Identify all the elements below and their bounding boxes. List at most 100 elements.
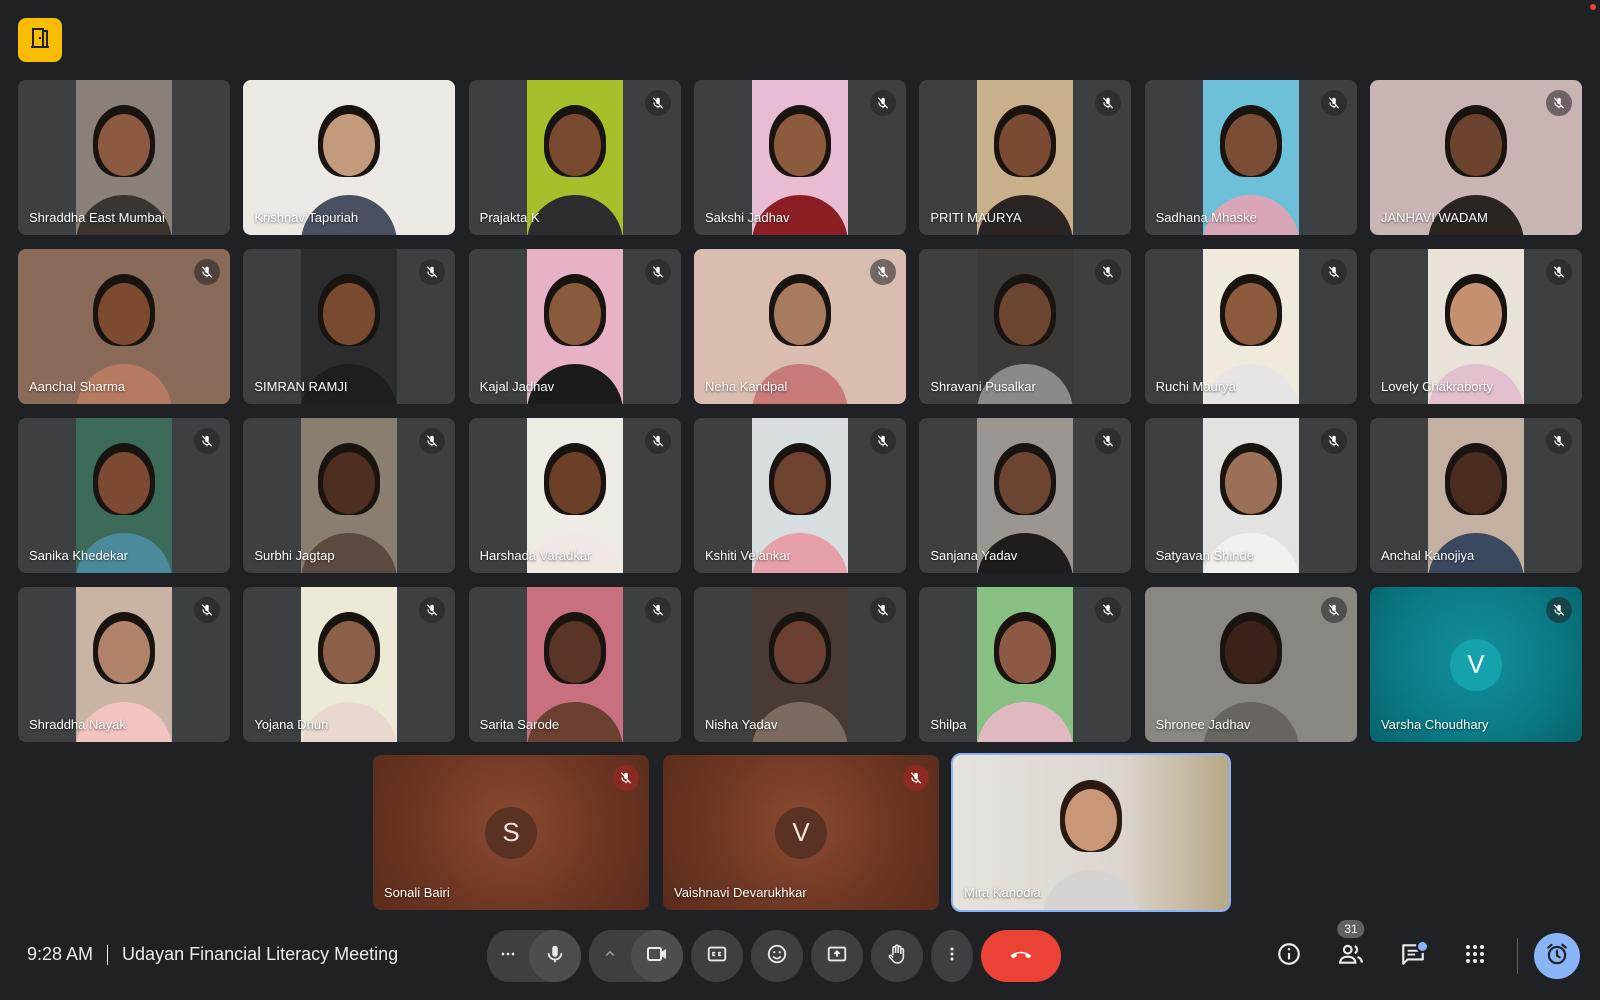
meeting-info-separator [107, 944, 109, 965]
participant-tile-sanjana-yadav[interactable]: Sanjana Yadav [919, 418, 1132, 573]
participant-face [1224, 283, 1277, 346]
participant-tile-harshada-varadkar[interactable]: Harshada Varadkar [468, 418, 681, 573]
more-horizontal-icon [498, 944, 518, 969]
participant-face [773, 283, 826, 346]
participant-avatar: S [485, 806, 537, 859]
participant-tile-priti-maurya[interactable]: PRITI MAURYA [919, 80, 1132, 235]
participant-name: Varsha Choudhary [1380, 717, 1489, 732]
participant-bottom-row: S Sonali Bairi V Vaishnavi Devarukhkar Mira … [373, 753, 1231, 912]
leave-call-button[interactable] [981, 930, 1061, 982]
captions-button[interactable] [691, 930, 743, 982]
muted-mic-icon [644, 597, 671, 623]
participant-name: SIMRAN RAMJI [254, 379, 348, 394]
participant-tile-anchal-kanojiya[interactable]: Anchal Kanojiya [1369, 418, 1582, 573]
muted-mic-icon [903, 765, 929, 791]
participant-tile-yojana-dhuri[interactable]: Yojana Dhuri [243, 587, 456, 742]
muted-mic-icon [869, 597, 896, 623]
participant-face [98, 114, 150, 177]
participant-name: Nisha Yadav [704, 717, 778, 732]
muted-mic-icon [419, 259, 446, 285]
participant-tile-aanchal-sharma[interactable]: Aanchal Sharma [18, 249, 230, 404]
reactions-button[interactable] [751, 930, 803, 982]
participant-video [977, 587, 1074, 742]
participant-tile-nisha-yadav[interactable]: Nisha Yadav [693, 587, 906, 742]
participant-count-badge: 31 [1337, 920, 1365, 938]
people-button[interactable]: 31 [1325, 920, 1377, 982]
muted-mic-icon [1545, 90, 1572, 116]
camera-button[interactable] [631, 930, 683, 982]
participant-name: Yojana Dhuri [254, 717, 329, 732]
participant-tile-shravani-pusalkar[interactable]: Shravani Pusalkar [919, 249, 1132, 404]
participant-name: Prajakta K [479, 210, 540, 225]
participant-tile-lovely-chakraborty[interactable]: Lovely Chakraborty [1369, 249, 1582, 404]
participant-face [323, 452, 376, 515]
participant-tile-shraddha-nayak[interactable]: Shraddha Nayak [18, 587, 230, 742]
participant-face [773, 114, 826, 177]
participant-tile-kajal-jadhav[interactable]: Kajal Jadhav [468, 249, 681, 404]
video-options-button[interactable] [589, 930, 631, 982]
participant-name: Shravani Pusalkar [930, 379, 1036, 394]
meeting-room-badge[interactable] [18, 18, 62, 62]
participant-tile-sakshi-jadhav[interactable]: Sakshi Jadhav [693, 80, 906, 235]
participant-tile-satyavan-shinde[interactable]: Satyavan Shinde [1144, 418, 1357, 573]
participant-face [1224, 114, 1277, 177]
participant-name: Lovely Chakraborty [1380, 379, 1493, 394]
meeting-title: Udayan Financial Literacy Meeting [122, 944, 399, 964]
participant-tile-neha-kandpal[interactable]: Neha Kandpal [693, 249, 906, 404]
participant-tile-vaishnavi-devarukhkar[interactable]: V Vaishnavi Devarukhkar [663, 755, 939, 910]
camera-control-group [589, 930, 683, 982]
muted-mic-icon [1320, 90, 1347, 116]
participant-tile-janhavi-wadam[interactable]: JANHAVI WADAM [1369, 80, 1582, 235]
participant-name: Neha Kandpal [704, 379, 788, 394]
participant-face [1449, 452, 1502, 515]
chat-button[interactable] [1387, 930, 1439, 982]
participant-name: Krishnav Tapuriah [254, 210, 359, 225]
participant-tile-shraddha-east-mumbai[interactable]: Shraddha East Mumbai [18, 80, 230, 235]
participant-tile-prajakta-k[interactable]: Prajakta K [468, 80, 681, 235]
participant-tile-sarita-sarode[interactable]: Sarita Sarode [468, 587, 681, 742]
participant-face [548, 114, 601, 177]
self-view-tile[interactable]: Mira Kanodia [951, 753, 1231, 912]
tools-divider [1517, 938, 1518, 974]
participant-tile-varsha-choudhary[interactable]: V Varsha Choudhary [1369, 587, 1582, 742]
participant-face [773, 452, 826, 515]
microphone-button[interactable] [529, 930, 581, 982]
participant-tile-sadhana-mhaske[interactable]: Sadhana Mhaske [1144, 80, 1357, 235]
muted-mic-icon [613, 765, 639, 791]
activities-button[interactable] [1449, 930, 1501, 982]
participant-tile-sanika-khedekar[interactable]: Sanika Khedekar [18, 418, 230, 573]
participant-grid: Shraddha East Mumbai Krishnav Tapuriah Pra… [18, 80, 1582, 742]
participant-name: Satyavan Shinde [1155, 548, 1254, 563]
raise-hand-button[interactable] [871, 930, 923, 982]
present-button[interactable] [811, 930, 863, 982]
participant-name: Shraddha Nayak [29, 717, 126, 732]
mic-control-group [487, 930, 581, 982]
participant-tile-ruchi-maurya[interactable]: Ruchi Maurya [1144, 249, 1357, 404]
timer-button[interactable] [1534, 933, 1580, 979]
participant-avatar: V [775, 806, 827, 859]
participant-face [999, 452, 1052, 515]
participant-face [1065, 789, 1117, 852]
participant-name: Surbhi Jagtap [254, 548, 335, 563]
participant-tile-surbhi-jagtap[interactable]: Surbhi Jagtap [243, 418, 456, 573]
muted-mic-icon [1095, 428, 1122, 454]
participant-name: Sarita Sarode [479, 717, 560, 732]
participant-name: Kshiti Velankar [704, 548, 791, 563]
participant-tile-simran-ramji[interactable]: SIMRAN RAMJI [243, 249, 456, 404]
muted-mic-icon [1545, 597, 1572, 623]
audio-options-button[interactable] [487, 930, 529, 982]
participant-tile-kshiti-velankar[interactable]: Kshiti Velankar [693, 418, 906, 573]
muted-mic-icon [1320, 597, 1347, 623]
participant-tile-sonali-bairi[interactable]: S Sonali Bairi [373, 755, 649, 910]
muted-mic-icon [419, 597, 446, 623]
more-options-button[interactable] [931, 930, 973, 982]
participant-avatar: V [1449, 638, 1502, 691]
muted-mic-icon [419, 428, 446, 454]
muted-mic-icon [869, 428, 896, 454]
meeting-details-button[interactable] [1263, 930, 1315, 982]
participant-tile-shronee-jadhav[interactable]: Shronee Jadhav [1144, 587, 1357, 742]
participant-tile-krishnav-tapuriah[interactable]: Krishnav Tapuriah [243, 80, 456, 235]
participant-tile-shilpa[interactable]: Shilpa [919, 587, 1132, 742]
participant-face [999, 283, 1052, 346]
participant-name: Ruchi Maurya [1155, 379, 1236, 394]
